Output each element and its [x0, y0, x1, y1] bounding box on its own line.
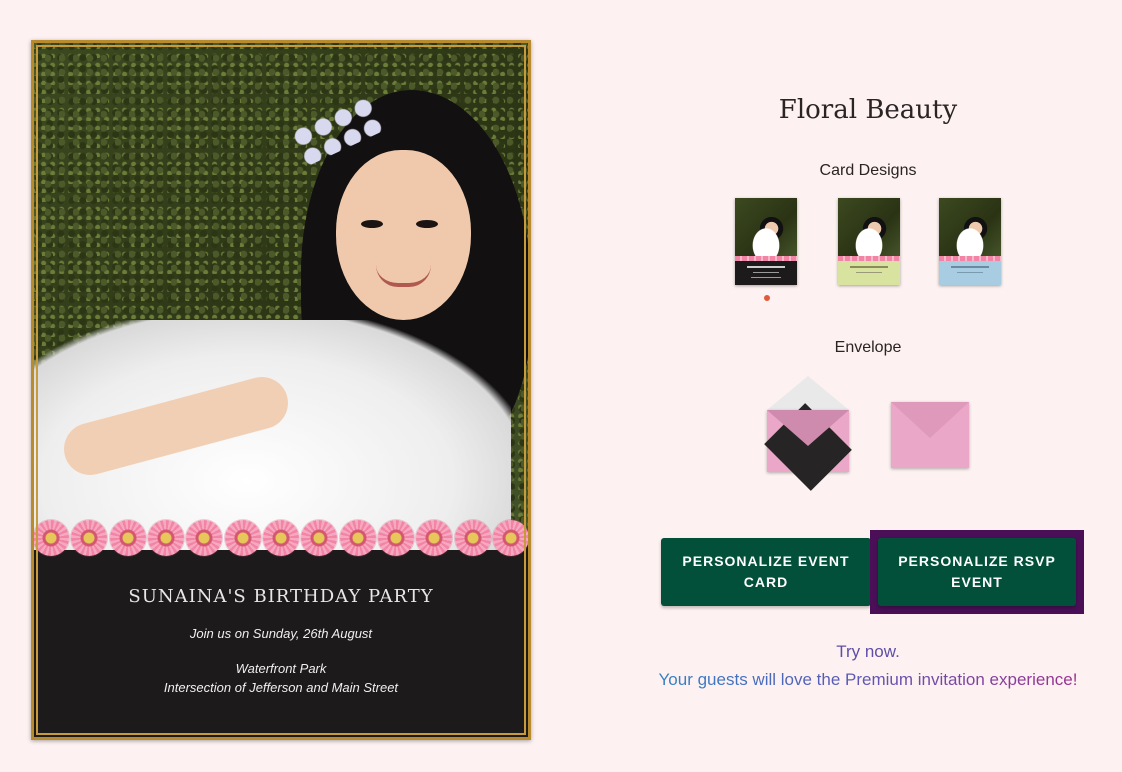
daisy-flower	[147, 520, 184, 556]
card-design-thumbnail-black[interactable]	[735, 198, 797, 285]
thumbnail-text-line	[850, 266, 888, 268]
card-design-thumbnail-blue[interactable]	[939, 198, 1001, 285]
envelope-front-fold	[767, 410, 849, 446]
card-address: Intersection of Jefferson and Main Stree…	[163, 680, 399, 695]
invitation-card-preview: SUNAINA'S BIRTHDAY PARTY Join us on Sund…	[31, 40, 531, 740]
thumbnail-text-line	[951, 266, 989, 268]
thumbnail-text-area	[838, 261, 900, 285]
thumbnail-girl	[743, 216, 789, 258]
envelope-closed-option[interactable]	[891, 402, 969, 468]
daisy-flower	[109, 520, 146, 556]
thumbnail-text-line	[751, 277, 781, 278]
photo-eye-left	[361, 220, 383, 228]
thumbnail-text-line	[957, 272, 983, 273]
personalize-rsvp-event-button[interactable]: PERSONALIZE RSVP EVENT	[878, 538, 1076, 606]
card-venue: Waterfront Park	[235, 661, 327, 676]
selected-design-indicator	[764, 295, 770, 301]
try-now-text: Try now.	[836, 642, 900, 661]
card-design-thumbnail-green[interactable]	[838, 198, 900, 285]
daisy-flower	[492, 520, 529, 556]
personalize-event-card-button[interactable]: PERSONALIZE EVENT CARD	[661, 538, 871, 606]
premium-tagline: Your guests will love the Premium invita…	[640, 670, 1096, 690]
thumbnail-girl	[947, 216, 993, 258]
envelope-open-option[interactable]	[764, 376, 852, 491]
envelope-flap-closed	[891, 402, 969, 438]
daisy-flower	[186, 520, 223, 556]
daisy-flower	[71, 520, 108, 556]
card-designs-label: Card Designs	[819, 162, 917, 179]
design-name: Floral Beauty	[778, 95, 958, 125]
thumbnail-text-line	[856, 272, 882, 273]
thumbnail-text-line	[753, 272, 779, 273]
envelope-label: Envelope	[834, 339, 902, 356]
daisy-flower	[416, 520, 453, 556]
thumbnail-text-line	[747, 266, 785, 268]
daisy-border	[31, 518, 531, 558]
card-date-line: Join us on Sunday, 26th August	[189, 626, 373, 641]
daisy-flower	[33, 520, 69, 556]
daisy-flower	[377, 520, 414, 556]
thumbnail-girl	[846, 216, 892, 258]
daisy-flower	[224, 520, 261, 556]
photo-face	[336, 150, 471, 320]
daisy-flower	[262, 520, 299, 556]
daisy-flower	[301, 520, 338, 556]
daisy-flower	[339, 520, 376, 556]
daisy-flower	[454, 520, 491, 556]
photo-eye-right	[416, 220, 438, 228]
envelope-flap-open	[767, 376, 849, 410]
thumbnail-text-area	[735, 261, 797, 285]
thumbnail-text-area	[939, 261, 1001, 285]
card-event-title: SUNAINA'S BIRTHDAY PARTY	[128, 586, 434, 607]
card-photo	[31, 40, 531, 550]
envelope-body	[891, 402, 969, 468]
